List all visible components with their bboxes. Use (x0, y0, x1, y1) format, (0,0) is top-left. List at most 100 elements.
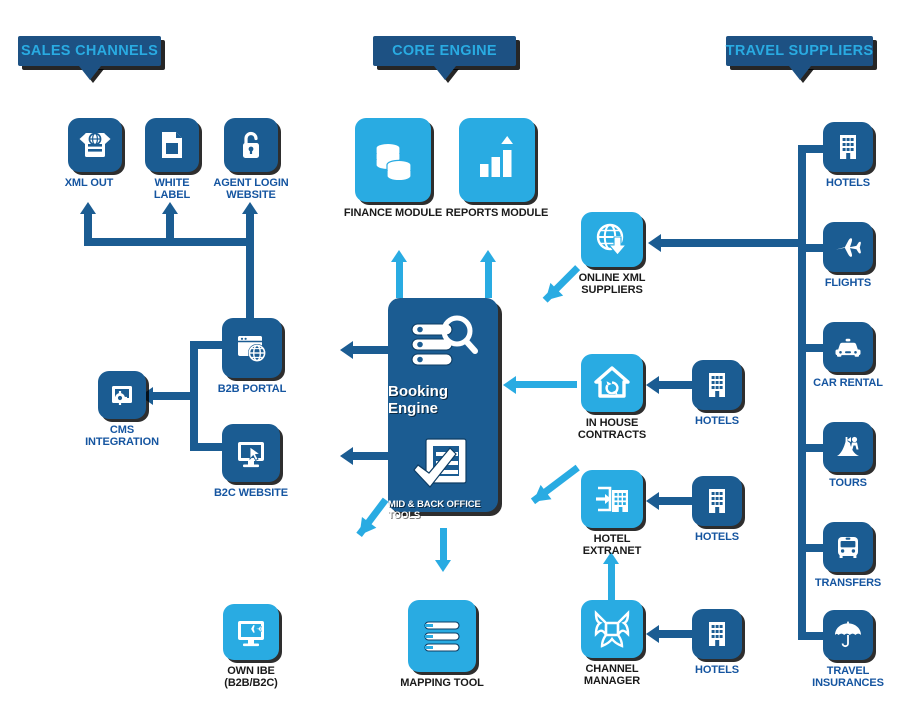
node-supplier-car-rental[interactable]: CAR RENTAL (813, 322, 883, 389)
connector-engine-to-mapping (440, 528, 447, 562)
node-b2b-portal[interactable]: B2B PORTAL (218, 318, 286, 395)
arrowhead-left-inhouse-hotels (646, 376, 659, 394)
node-white-label[interactable]: WHITE LABEL (145, 118, 199, 202)
connector-cms-link (152, 392, 194, 400)
car-icon (823, 322, 873, 372)
connector-spine-hotels (798, 145, 824, 153)
node-label: WHITE LABEL (153, 177, 191, 202)
arrowhead-left-inhouse (503, 376, 516, 394)
node-label: CAR RENTAL (813, 377, 883, 389)
cms-gear-icon (98, 371, 146, 419)
banner-sales-channels: SALES CHANNELS (18, 36, 161, 66)
node-label: B2B PORTAL (217, 383, 287, 395)
connector-engine-to-b2c (352, 452, 388, 460)
booking-engine-label: Booking Engine (388, 383, 448, 417)
building-icon (692, 360, 742, 410)
globe-download-icon (581, 212, 643, 267)
connector-b2b-stub (190, 341, 226, 349)
node-mapping-tool[interactable]: MAPPING TOOL (400, 600, 484, 689)
building-login-icon (581, 470, 643, 528)
banner-label: SALES CHANNELS (20, 43, 159, 59)
node-label: MAPPING TOOL (400, 677, 484, 689)
node-label: HOTELS (825, 177, 870, 189)
building-icon (692, 476, 742, 526)
node-b2c-website[interactable]: B2C WEBSITE (214, 424, 288, 499)
node-supplier-travel-insurances[interactable]: TRAVEL INSURANCES (812, 610, 884, 690)
node-channel-manager[interactable]: CHANNEL MANAGER (581, 600, 643, 688)
node-hotels-extranet[interactable]: HOTELS (692, 476, 742, 543)
xml-document-icon (68, 118, 122, 172)
building-icon (823, 122, 873, 172)
channel-network-icon (581, 600, 643, 658)
connector-spine-insurances (798, 632, 824, 640)
arrowhead-up-whitelabel (162, 202, 178, 214)
arrowhead-left-channelmgr-hotels (646, 625, 659, 643)
monitor-cursor-icon (222, 424, 280, 482)
connector-agentlogin-riser (246, 214, 254, 330)
umbrella-icon (823, 610, 873, 660)
node-online-xml-suppliers[interactable]: ONLINE XML SUPPLIERS (579, 212, 646, 297)
node-label: IN HOUSE CONTRACTS (577, 417, 647, 442)
node-hotels-channel-manager[interactable]: HOTELS (692, 609, 742, 676)
node-label: HOTEL EXTRANET (582, 533, 642, 558)
node-label: CHANNEL MANAGER (583, 663, 641, 688)
banner-core-engine: CORE ENGINE (373, 36, 516, 66)
arrowhead-left-extranet-hotels (646, 492, 659, 510)
node-supplier-transfers[interactable]: TRANSFERS (815, 522, 881, 589)
banner-label: CORE ENGINE (392, 43, 497, 59)
node-label: HOTELS (694, 664, 739, 676)
monitor-plane-icon (223, 604, 279, 660)
node-label: TOURS (829, 477, 867, 489)
arrowhead-left-b2b (340, 341, 353, 359)
node-label: B2C WEBSITE (213, 487, 289, 499)
arrowhead-down-mapping (435, 560, 451, 572)
node-agent-login-website[interactable]: AGENT LOGIN WEBSITE (213, 118, 289, 202)
architecture-diagram: SALES CHANNELS CORE ENGINE TRAVEL SUPPLI… (0, 0, 900, 727)
connector-spine-transfers (798, 544, 824, 552)
connector-hotels-to-channelmgr (658, 630, 692, 638)
connector-whitelabel-riser (166, 214, 174, 240)
coins-stack-icon (355, 118, 431, 202)
node-label: CMS INTEGRATION (85, 424, 159, 449)
node-hotel-extranet[interactable]: HOTEL EXTRANET (581, 470, 643, 558)
node-booking-engine-panel[interactable]: Booking Engine MID & BACK OFFICE TOOLS (388, 298, 498, 521)
checklist-document-icon (410, 435, 476, 496)
server-search-icon (406, 314, 480, 379)
node-cms-integration[interactable]: CMS INTEGRATION (85, 371, 159, 449)
node-label: HOTELS (694, 531, 739, 543)
node-label: ONLINE XML SUPPLIERS (578, 272, 646, 297)
node-in-house-contracts[interactable]: IN HOUSE CONTRACTS (578, 354, 646, 442)
node-supplier-flights[interactable]: FLIGHTS (823, 222, 873, 289)
browser-globe-icon (222, 318, 282, 378)
bar-chart-arrow-icon (459, 118, 535, 202)
arrowhead-left-onlinexml (648, 234, 661, 252)
node-label: XML OUT (64, 177, 114, 189)
arrowhead-up-xmlout (80, 202, 96, 214)
connector-b2c-stub (190, 443, 226, 451)
node-label: FLIGHTS (824, 277, 872, 289)
node-hotels-in-house[interactable]: HOTELS (692, 360, 742, 427)
airplane-icon (823, 222, 873, 272)
connector-inhouse-to-engine (515, 381, 577, 388)
node-label: AGENT LOGIN WEBSITE (213, 177, 289, 202)
arrowhead-up-agentlogin (242, 202, 258, 214)
connector-spine-carrental (798, 344, 824, 352)
connector-channelmgr-to-extranet (608, 564, 615, 600)
node-xml-out[interactable]: XML OUT (65, 118, 122, 189)
node-supplier-tours[interactable]: TOURS (823, 422, 873, 489)
node-label: FINANCE MODULE (343, 207, 443, 219)
node-label: OWN IBE (B2B/B2C) (224, 665, 278, 690)
node-finance-module[interactable]: FINANCE MODULE (344, 118, 442, 219)
bus-icon (823, 522, 873, 572)
arrowhead-up-finance (391, 250, 407, 262)
node-label: TRAVEL INSURANCES (812, 665, 884, 690)
node-supplier-hotels[interactable]: HOTELS (823, 122, 873, 189)
list-rows-icon (408, 600, 476, 672)
arrowhead-up-reports (480, 250, 496, 262)
node-own-ibe[interactable]: OWN IBE (B2B/B2C) (223, 604, 279, 690)
banner-label: TRAVEL SUPPLIERS (725, 43, 874, 59)
connector-finance-riser (396, 262, 403, 298)
tours-landmark-icon (823, 422, 873, 472)
node-reports-module[interactable]: REPORTS MODULE (446, 118, 548, 219)
connector-spine-to-onlinexml (660, 239, 805, 247)
